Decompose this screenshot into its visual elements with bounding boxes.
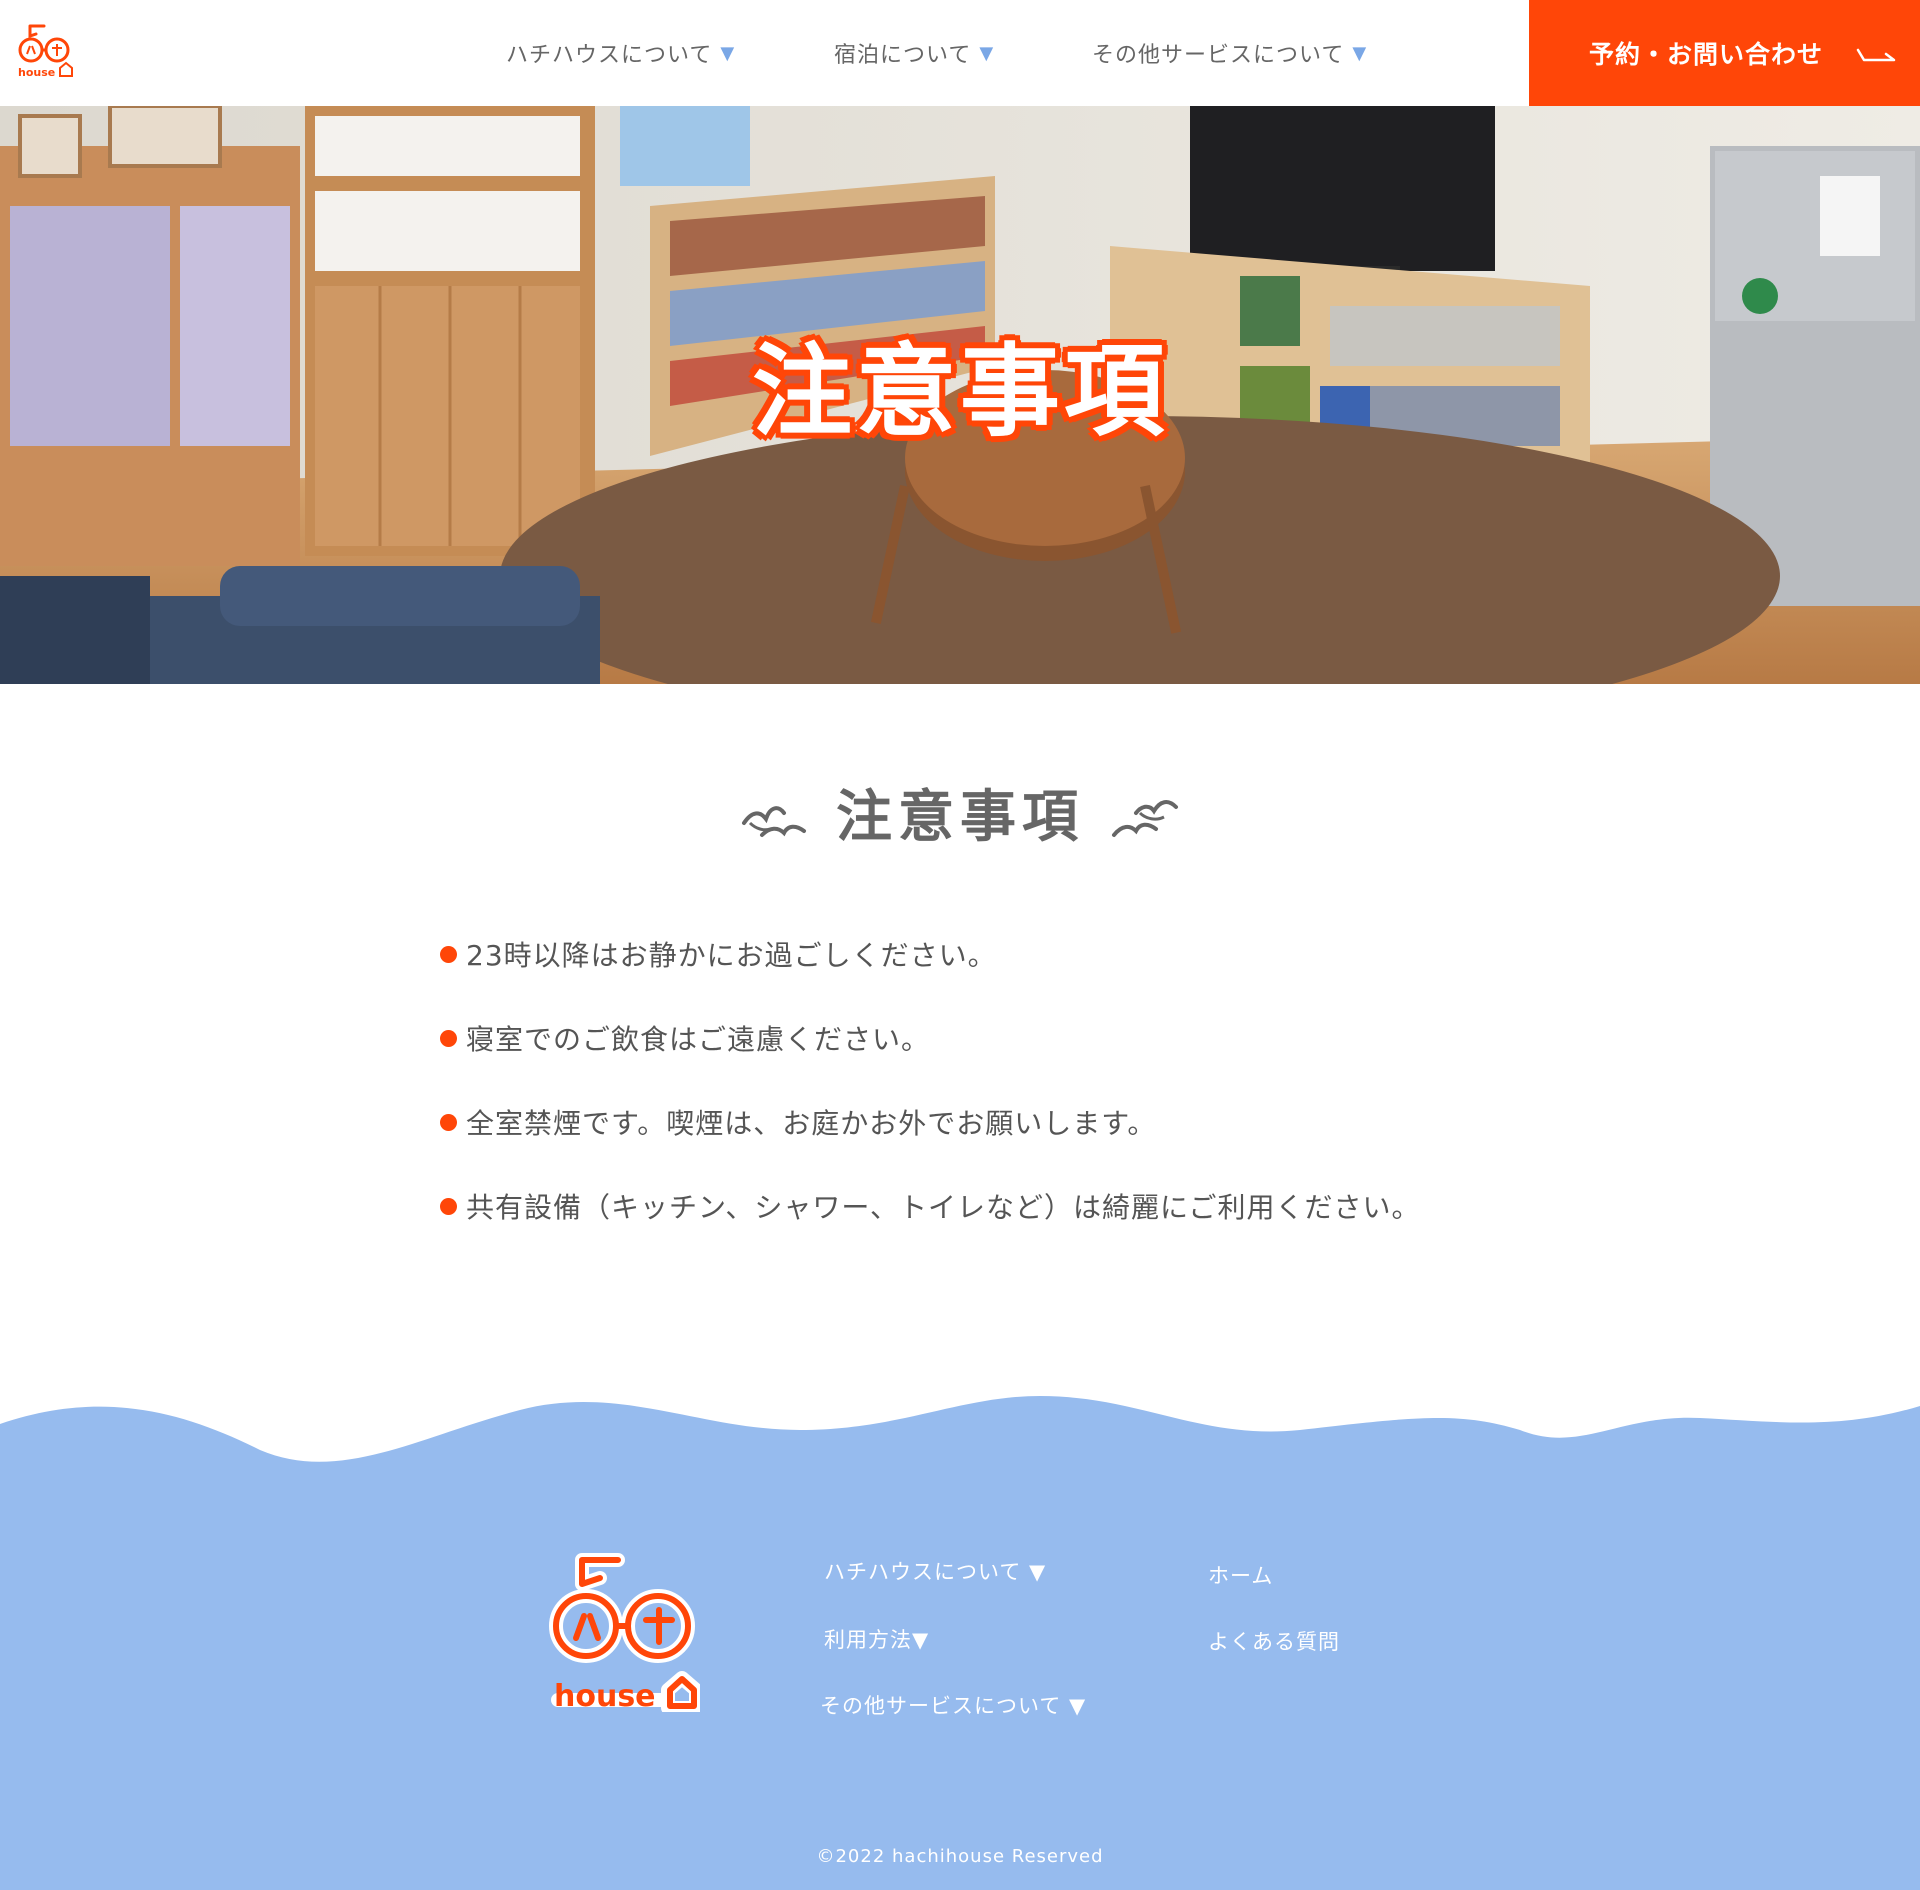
reservation-contact-label: 予約・お問い合わせ <box>1589 40 1824 69</box>
nav-item-other-services[interactable]: その他サービスについて ▼ <box>1092 0 1367 106</box>
note-text: 23時以降はお静かにお過ごしください。 <box>466 939 997 972</box>
caret-down-icon: ▼ <box>979 42 995 64</box>
caret-down-icon: ▼ <box>720 42 736 64</box>
site-logo[interactable]: house <box>16 22 74 80</box>
svg-text:house: house <box>18 66 55 79</box>
hero-title: 注意事項 <box>752 333 1168 450</box>
page-title: 注意事項 <box>836 785 1084 850</box>
copyright-text: ©2022 hachihouse Reserved <box>816 1846 1104 1867</box>
section-heading: 注意事項 <box>0 772 1920 853</box>
nav-item-stay[interactable]: 宿泊について ▼ <box>834 0 994 106</box>
reservation-contact-button[interactable]: 予約・お問い合わせ <box>1529 0 1920 106</box>
footer-link-usage[interactable]: 利用方法▼ <box>824 1624 929 1654</box>
note-text: 寝室でのご飲食はご遠慮ください。 <box>466 1023 931 1056</box>
footer-link-faq[interactable]: よくある質問 <box>1208 1626 1340 1656</box>
site-header: house ハチハウスについて ▼ 宿泊について ▼ その他サービスについて ▼… <box>0 0 1920 106</box>
site-footer: house ハチハウスについて ▼ 利用方法▼ その他サービスについて ▼ ホー… <box>0 1390 1920 1890</box>
footer-link-home[interactable]: ホーム <box>1208 1560 1273 1590</box>
nav-item-label: その他サービスについて <box>1092 43 1345 68</box>
list-item: 全室禁煙です。喫煙は、お庭かお外でお願いします。 <box>440 1080 1540 1164</box>
bullet-dot-icon <box>440 945 457 963</box>
svg-text:house: house <box>554 1679 656 1712</box>
nav-item-label: ハチハウスについて <box>506 43 713 68</box>
bicycle-logo-icon: house <box>18 24 73 79</box>
seagull-icon <box>742 805 806 837</box>
hero-banner: 注意事項 <box>0 106 1920 684</box>
caret-down-icon: ▼ <box>1352 42 1368 64</box>
footer-link-about[interactable]: ハチハウスについて ▼ <box>824 1556 1046 1586</box>
bullet-dot-icon <box>440 1113 457 1131</box>
note-text: 全室禁煙です。喫煙は、お庭かお外でお願いします。 <box>466 1107 1157 1140</box>
list-item: 共有設備（キッチン、シャワー、トイレなど）は綺麗にご利用ください。 <box>440 1164 1540 1248</box>
arrow-right-icon <box>1856 48 1896 62</box>
bicycle-logo-icon: house <box>549 1553 703 1715</box>
list-item: 寝室でのご飲食はご遠慮ください。 <box>440 996 1540 1080</box>
nav-item-about[interactable]: ハチハウスについて ▼ <box>506 0 735 106</box>
seagull-icon <box>1112 799 1178 837</box>
notes-list: 23時以降はお静かにお過ごしください。 寝室でのご飲食はご遠慮ください。 全室禁… <box>440 912 1540 1248</box>
bullet-dot-icon <box>440 1197 457 1215</box>
note-text: 共有設備（キッチン、シャワー、トイレなど）は綺麗にご利用ください。 <box>466 1191 1421 1224</box>
footer-wave-background <box>0 1396 1920 1890</box>
footer-link-other-services[interactable]: その他サービスについて ▼ <box>820 1690 1086 1720</box>
footer-logo[interactable]: house <box>548 1550 703 1715</box>
nav-item-label: 宿泊について <box>834 43 972 68</box>
bullet-dot-icon <box>440 1029 457 1047</box>
list-item: 23時以降はお静かにお過ごしください。 <box>440 912 1540 996</box>
